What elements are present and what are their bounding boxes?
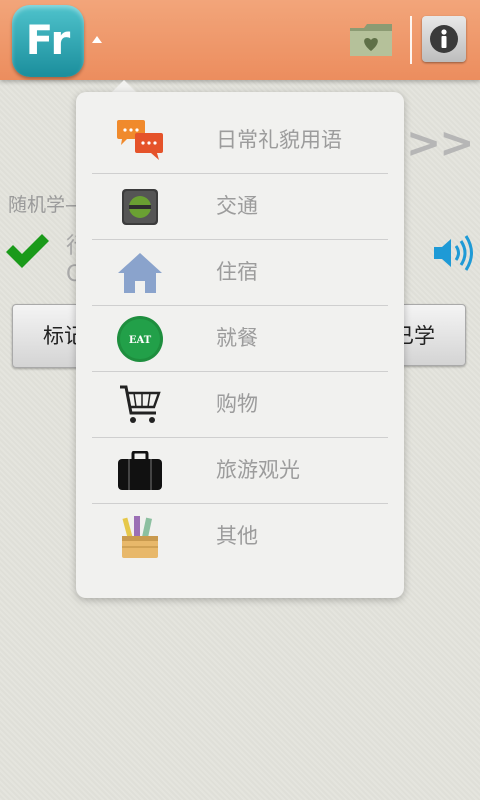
house-icon — [112, 250, 168, 296]
menu-item-label: 其他 — [216, 524, 258, 548]
menu-item-daily-courtesy[interactable]: 日常礼貌用语 — [92, 108, 388, 174]
speaker-icon[interactable] — [432, 232, 476, 274]
eat-icon-text: EAT — [129, 335, 152, 346]
menu-item-other[interactable]: 其他 — [92, 504, 388, 569]
menu-item-label: 交通 — [216, 194, 258, 218]
category-menu: 日常礼貌用语 交通 住宿 EAT 就餐 购物 旅游观光 其他 — [76, 92, 404, 598]
basket-icon — [112, 514, 168, 560]
app-logo[interactable]: Fr — [12, 5, 84, 77]
menu-item-transport[interactable]: 交通 — [92, 174, 388, 240]
menu-item-sightseeing[interactable]: 旅游观光 — [92, 438, 388, 504]
next-button[interactable]: >> — [406, 118, 474, 167]
menu-item-label: 日常礼貌用语 — [216, 128, 342, 152]
check-icon[interactable] — [4, 232, 50, 270]
menu-item-dining[interactable]: EAT 就餐 — [92, 306, 388, 372]
menu-item-label: 就餐 — [216, 326, 258, 350]
info-icon — [430, 25, 458, 53]
dropdown-caret-icon[interactable] — [92, 36, 102, 43]
suitcase-icon — [112, 448, 168, 494]
menu-item-shopping[interactable]: 购物 — [92, 372, 388, 438]
shopping-cart-icon — [112, 382, 168, 428]
chat-bubbles-icon — [112, 118, 168, 164]
header-divider — [410, 16, 412, 64]
menu-item-label: 旅游观光 — [216, 458, 300, 482]
info-button[interactable] — [422, 16, 466, 62]
traffic-light-icon — [112, 184, 168, 230]
menu-item-label: 住宿 — [216, 260, 258, 284]
menu-pointer — [112, 80, 136, 92]
menu-item-lodging[interactable]: 住宿 — [92, 240, 388, 306]
app-header: Fr — [0, 0, 480, 80]
menu-item-label: 购物 — [216, 392, 258, 416]
favorites-folder-icon[interactable] — [348, 22, 394, 58]
eat-icon: EAT — [112, 316, 168, 362]
random-learn-label: 随机学— — [8, 194, 85, 216]
